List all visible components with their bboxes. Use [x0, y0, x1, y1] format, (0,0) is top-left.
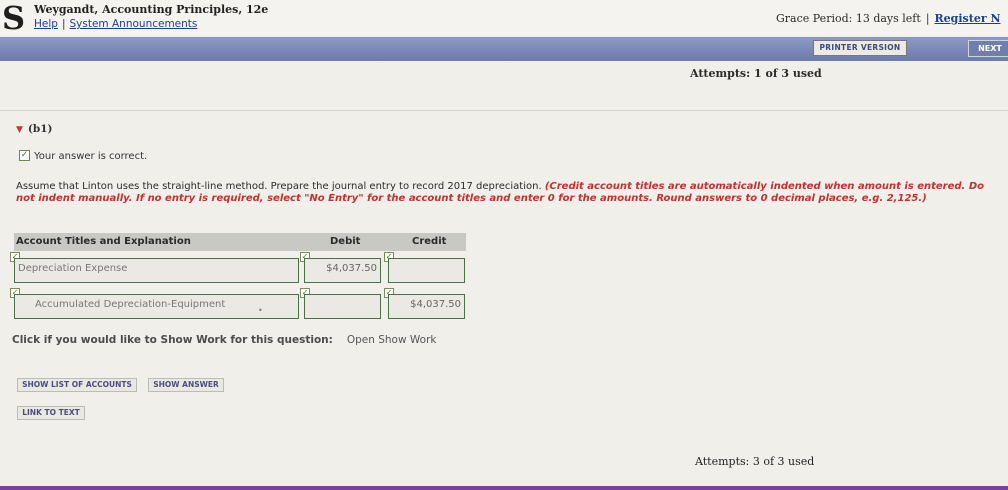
- dropdown-dot-icon: •: [258, 306, 263, 315]
- correct-message: Your answer is correct.: [34, 151, 148, 162]
- bottom-accent-bar: [0, 486, 1008, 490]
- col-debit: Debit: [330, 236, 361, 247]
- credit-field-row1[interactable]: [388, 258, 465, 283]
- divider: [0, 110, 1008, 111]
- debit-field-row1[interactable]: $4,037.50: [304, 258, 381, 283]
- instruction-text: Assume that Linton uses the straight-lin…: [16, 181, 542, 192]
- show-list-of-accounts-button[interactable]: SHOW LIST OF ACCOUNTS: [17, 378, 137, 392]
- help-link[interactable]: Help: [34, 18, 58, 30]
- show-work-question: Click if you would like to Show Work for…: [12, 334, 333, 346]
- caret-down-icon: ▼: [16, 125, 23, 135]
- question-part-label[interactable]: ▼ (b1): [16, 123, 53, 135]
- col-credit: Credit: [412, 236, 447, 247]
- system-announcements-link[interactable]: System Announcements: [70, 18, 198, 30]
- credit-field-row2[interactable]: $4,037.50: [388, 294, 465, 319]
- account-field-row1[interactable]: Depreciation Expense: [14, 258, 299, 283]
- attempts-bottom: Attempts: 3 of 3 used: [695, 455, 815, 468]
- register-link[interactable]: Register N: [935, 12, 1001, 25]
- debit-field-row2[interactable]: [304, 294, 381, 319]
- link-separator: |: [61, 18, 66, 30]
- printer-version-button[interactable]: PRINTER VERSION: [813, 40, 907, 56]
- grace-period-text: Grace Period: 13 days left: [776, 12, 921, 25]
- account-field-row2[interactable]: Accumulated Depreciation-Equipment: [14, 294, 299, 319]
- show-answer-button[interactable]: SHOW ANSWER: [148, 378, 224, 392]
- grace-separator: |: [925, 12, 930, 25]
- correct-check-icon: ✓: [19, 150, 30, 161]
- link-to-text-button[interactable]: LINK TO TEXT: [17, 406, 85, 420]
- header-links: Help | System Announcements: [34, 18, 197, 30]
- logo: S: [2, 0, 26, 37]
- col-account: Account Titles and Explanation: [16, 236, 191, 247]
- question-instructions: Assume that Linton uses the straight-lin…: [16, 181, 996, 205]
- show-work-row: Click if you would like to Show Work for…: [12, 334, 436, 346]
- journal-table-header: Account Titles and Explanation Debit Cre…: [14, 233, 466, 251]
- app-title: Weygandt, Accounting Principles, 12e: [34, 3, 269, 16]
- open-show-work-link[interactable]: Open Show Work: [347, 334, 437, 346]
- attempts-top: Attempts: 1 of 3 used: [690, 67, 822, 80]
- next-button[interactable]: NEXT: [968, 40, 1008, 57]
- part-label-text: (b1): [27, 123, 53, 135]
- grace-period: Grace Period: 13 days left | Register N: [776, 12, 1001, 25]
